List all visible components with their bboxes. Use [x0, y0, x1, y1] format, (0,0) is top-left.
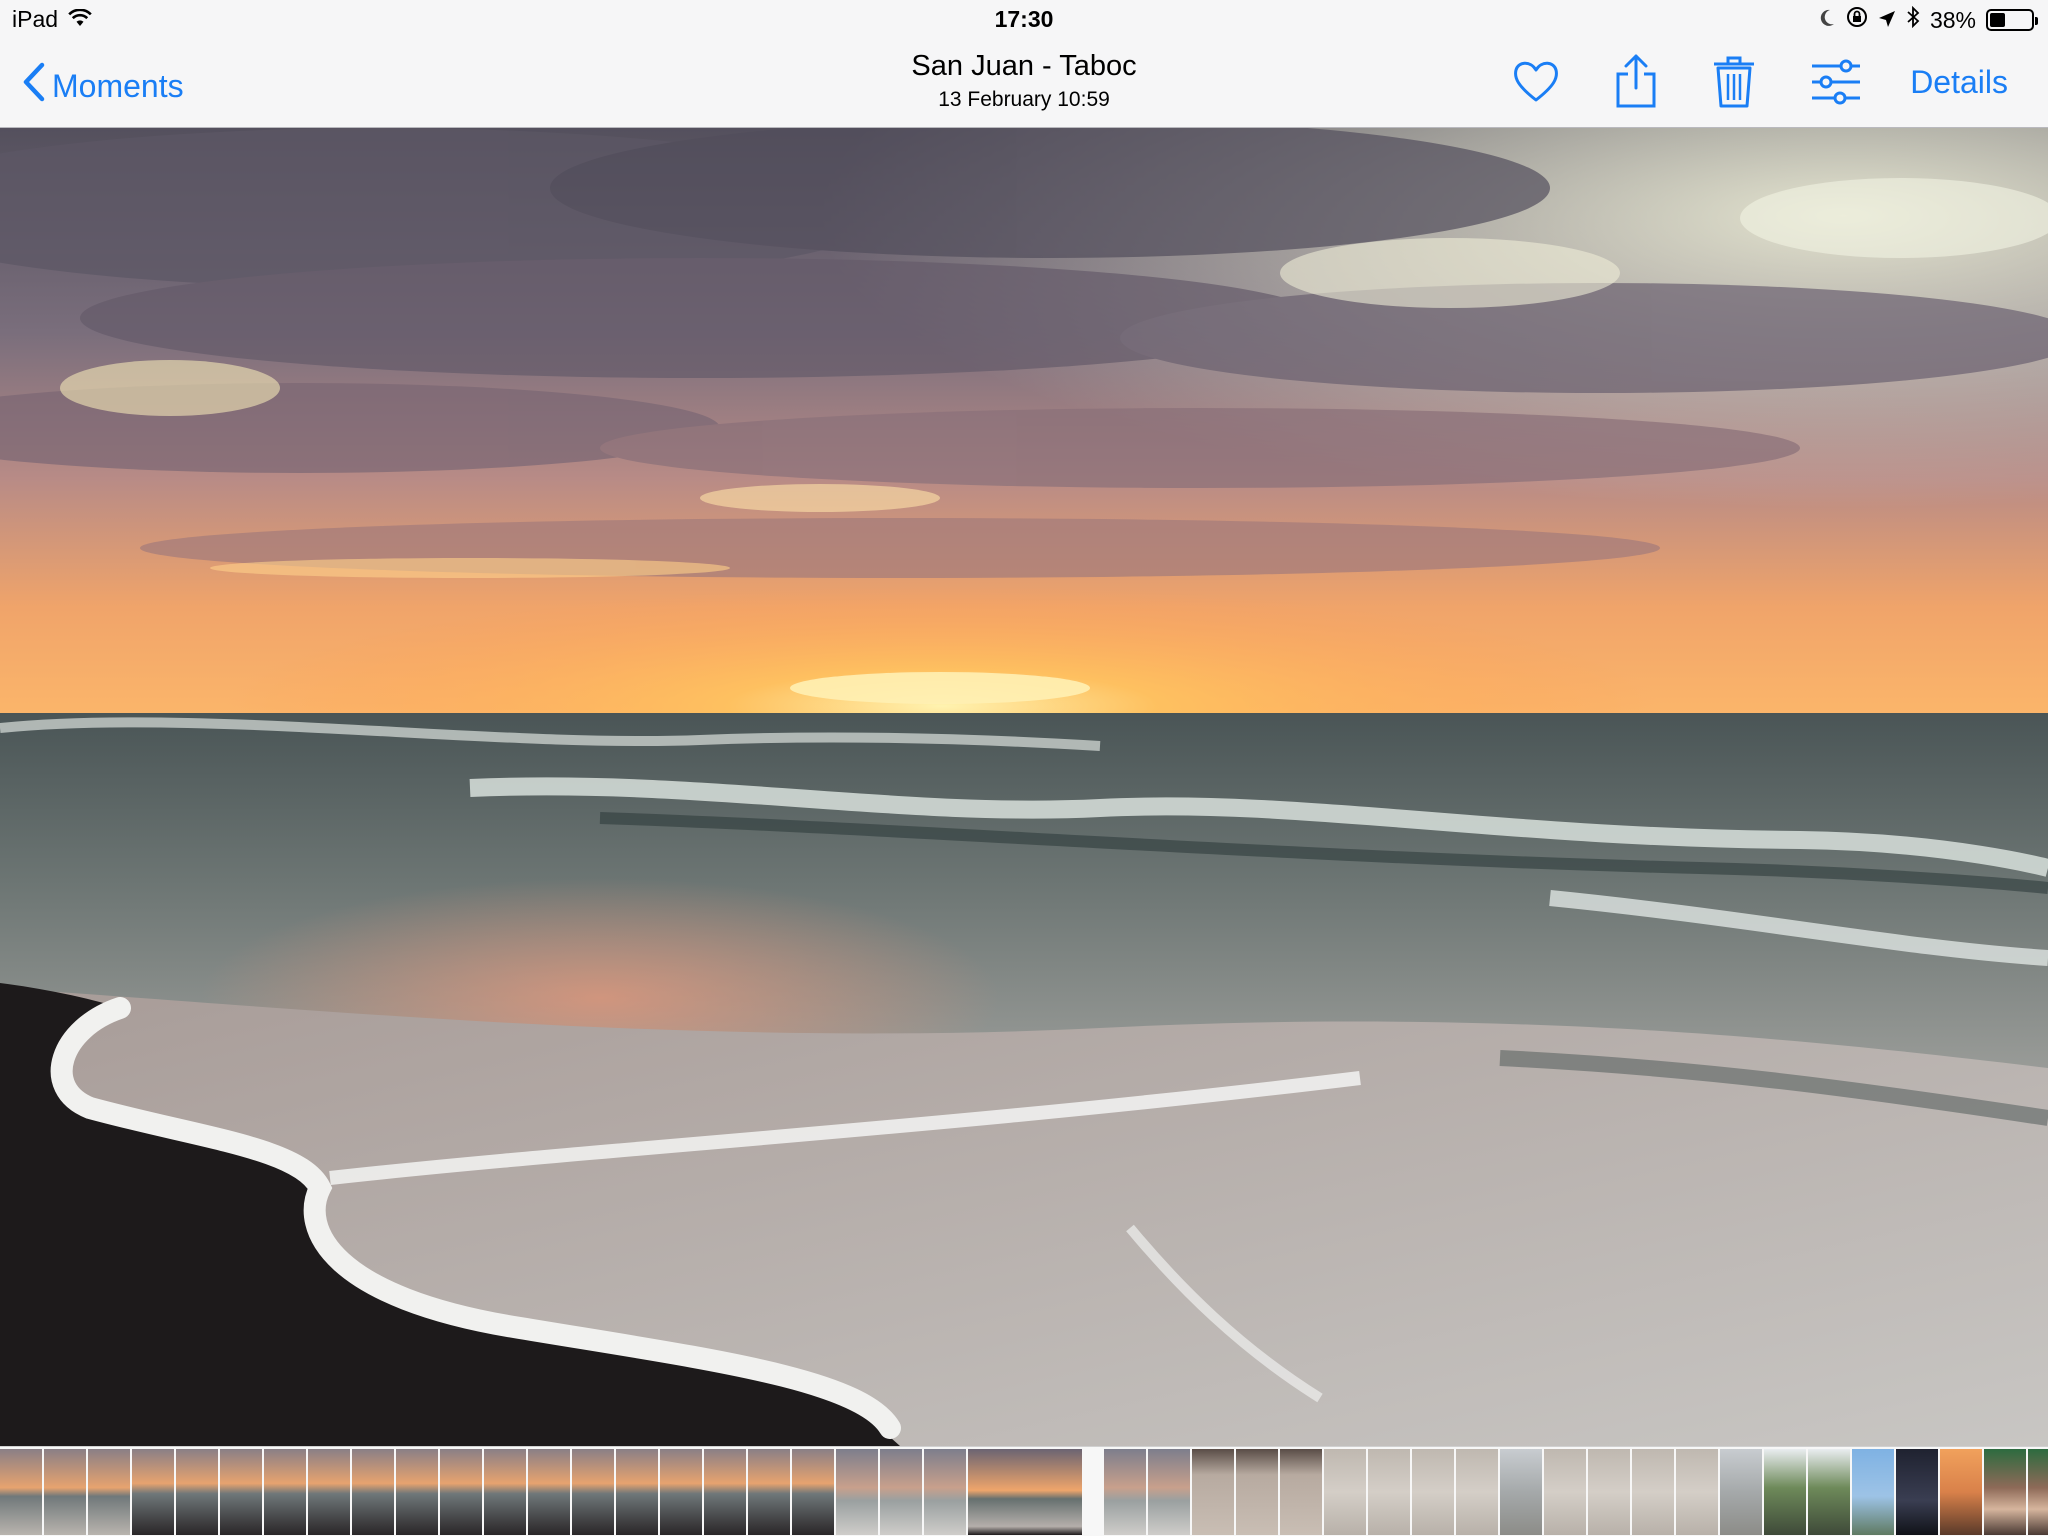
- top-bar: iPad 17:30 38% Moments San Juan - Taboc …: [0, 0, 2048, 128]
- sunset-beach-photo: [0, 128, 2048, 1446]
- thumbnail[interactable]: [1500, 1449, 1542, 1535]
- details-button[interactable]: Details: [1910, 64, 2008, 101]
- thumbnail[interactable]: [88, 1449, 130, 1535]
- moon-icon: [1818, 7, 1836, 34]
- thumbnail[interactable]: [660, 1449, 702, 1535]
- thumbnail[interactable]: [616, 1449, 658, 1535]
- thumbnail[interactable]: [1720, 1449, 1762, 1535]
- edit-sliders-icon: [1808, 59, 1864, 114]
- battery-percent: 38%: [1929, 6, 1976, 33]
- thumbnail[interactable]: [1148, 1449, 1190, 1535]
- thumbnail[interactable]: [0, 1449, 42, 1535]
- thumbnail[interactable]: [220, 1449, 262, 1535]
- thumbnail[interactable]: [1632, 1449, 1674, 1535]
- battery-icon: [1986, 9, 2038, 31]
- edit-button[interactable]: [1808, 52, 1864, 110]
- status-bar: iPad 17:30 38%: [0, 0, 2048, 40]
- thumbnail[interactable]: [44, 1449, 86, 1535]
- photo-view[interactable]: [0, 128, 2048, 1446]
- thumbnail[interactable]: [1852, 1449, 1894, 1535]
- share-button[interactable]: [1608, 52, 1664, 110]
- thumbnail[interactable]: [1236, 1449, 1278, 1535]
- thumbnail[interactable]: [528, 1449, 570, 1535]
- thumbnail[interactable]: [264, 1449, 306, 1535]
- delete-button[interactable]: [1706, 52, 1762, 110]
- thumbnail[interactable]: [1104, 1449, 1146, 1535]
- thumbnail[interactable]: [1588, 1449, 1630, 1535]
- thumbnail[interactable]: [1368, 1449, 1410, 1535]
- thumbnail-current[interactable]: [968, 1449, 1082, 1535]
- clock: 17:30: [994, 6, 1054, 32]
- thumbnail[interactable]: [440, 1449, 482, 1535]
- thumbnail[interactable]: [1940, 1449, 1982, 1535]
- wifi-icon: [68, 6, 92, 33]
- favorite-button[interactable]: [1508, 52, 1564, 110]
- thumbnail[interactable]: [484, 1449, 526, 1535]
- heart-icon: [1508, 61, 1564, 114]
- thumbnail[interactable]: [792, 1449, 834, 1535]
- location-arrow-icon: [1878, 7, 1896, 34]
- back-button-label: Moments: [52, 67, 184, 104]
- device-name: iPad: [12, 6, 59, 32]
- thumbnail[interactable]: [704, 1449, 746, 1535]
- thumbnail[interactable]: [880, 1449, 922, 1535]
- thumbnail[interactable]: [2028, 1449, 2048, 1535]
- thumbnail[interactable]: [924, 1449, 966, 1535]
- thumbnail[interactable]: [1896, 1449, 1938, 1535]
- thumbnail[interactable]: [1676, 1449, 1718, 1535]
- thumbnail[interactable]: [308, 1449, 350, 1535]
- thumbnail[interactable]: [1456, 1449, 1498, 1535]
- thumbnail[interactable]: [132, 1449, 174, 1535]
- thumbnail[interactable]: [1984, 1449, 2026, 1535]
- thumbnail[interactable]: [748, 1449, 790, 1535]
- thumbnail[interactable]: [572, 1449, 614, 1535]
- thumbnail[interactable]: [1808, 1449, 1850, 1535]
- thumbnail-list: [0, 1449, 2048, 1535]
- trash-icon: [1706, 56, 1762, 114]
- thumbnail[interactable]: [352, 1449, 394, 1535]
- thumbnail[interactable]: [396, 1449, 438, 1535]
- thumbnail[interactable]: [1192, 1449, 1234, 1535]
- thumbnail[interactable]: [836, 1449, 878, 1535]
- thumbnail-filmstrip[interactable]: [0, 1446, 2048, 1536]
- bluetooth-icon: [1906, 5, 1920, 34]
- thumbnail[interactable]: [1544, 1449, 1586, 1535]
- thumbnail[interactable]: [1764, 1449, 1806, 1535]
- share-icon: [1608, 54, 1664, 114]
- thumbnail[interactable]: [1324, 1449, 1366, 1535]
- thumbnail[interactable]: [1412, 1449, 1454, 1535]
- orientation-lock-icon: [1846, 6, 1868, 34]
- thumbnail[interactable]: [176, 1449, 218, 1535]
- thumbnail[interactable]: [1280, 1449, 1322, 1535]
- battery-level-fill: [1990, 13, 2006, 27]
- chevron-left-icon: [22, 62, 46, 110]
- back-button[interactable]: Moments: [22, 62, 184, 110]
